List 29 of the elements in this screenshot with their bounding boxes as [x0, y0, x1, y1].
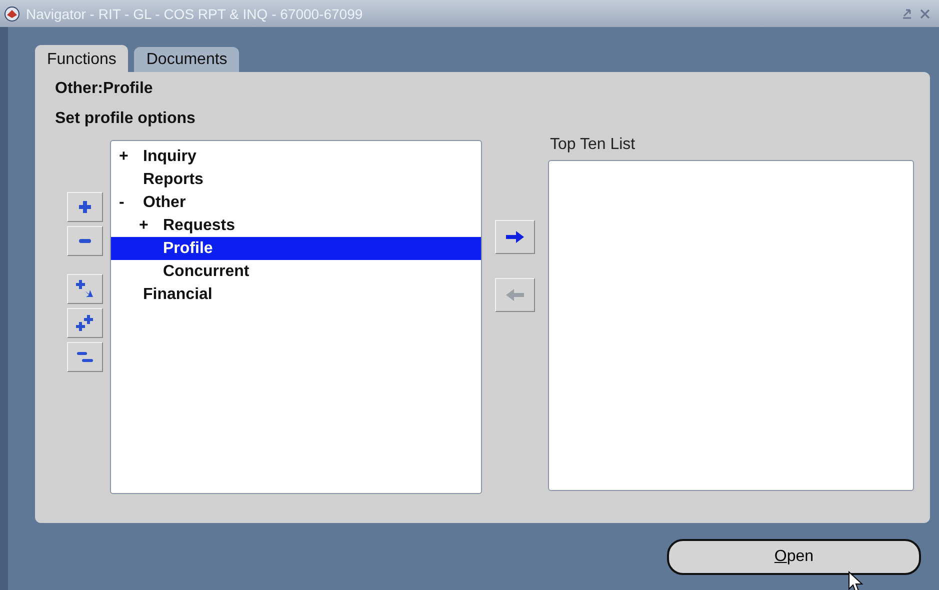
tree-item[interactable]: + Inquiry [111, 145, 481, 168]
description: Set profile options [55, 110, 196, 128]
list-label: Top Ten List [550, 136, 636, 154]
tree-item[interactable]: + Requests [111, 214, 481, 237]
tree-item[interactable]: Concurrent [111, 260, 481, 283]
tree-item[interactable]: Financial [111, 283, 481, 306]
expand-button[interactable] [66, 192, 102, 222]
plus-arrow-icon [74, 279, 94, 299]
plus-icon [76, 199, 92, 215]
mouse-pointer-icon [848, 571, 864, 590]
tab[interactable]: Functions [35, 45, 128, 72]
breadcrumb: Other:Profile [55, 80, 154, 98]
globe-icon [4, 6, 20, 22]
expand-all-button[interactable] [66, 308, 102, 338]
collapse-button[interactable] [66, 226, 102, 256]
left-arrow-icon [505, 288, 525, 302]
add-button[interactable] [495, 220, 535, 254]
open-button[interactable]: Open [667, 539, 921, 575]
plus-plus-icon [74, 313, 94, 333]
tree-item[interactable]: - Other [111, 191, 481, 214]
collapse-all-button[interactable] [66, 342, 102, 372]
tree-item[interactable]: Profile [111, 237, 481, 260]
expand-branch-button[interactable] [66, 274, 102, 304]
tree-item[interactable]: Reports [111, 168, 481, 191]
minimize-icon[interactable] [901, 8, 913, 20]
window-title: Navigator - RIT - GL - COS RPT & INQ - 67000-67099 [26, 6, 363, 22]
tab[interactable]: Documents [134, 47, 240, 72]
close-icon[interactable] [919, 8, 931, 20]
right-arrow-icon [505, 230, 525, 244]
